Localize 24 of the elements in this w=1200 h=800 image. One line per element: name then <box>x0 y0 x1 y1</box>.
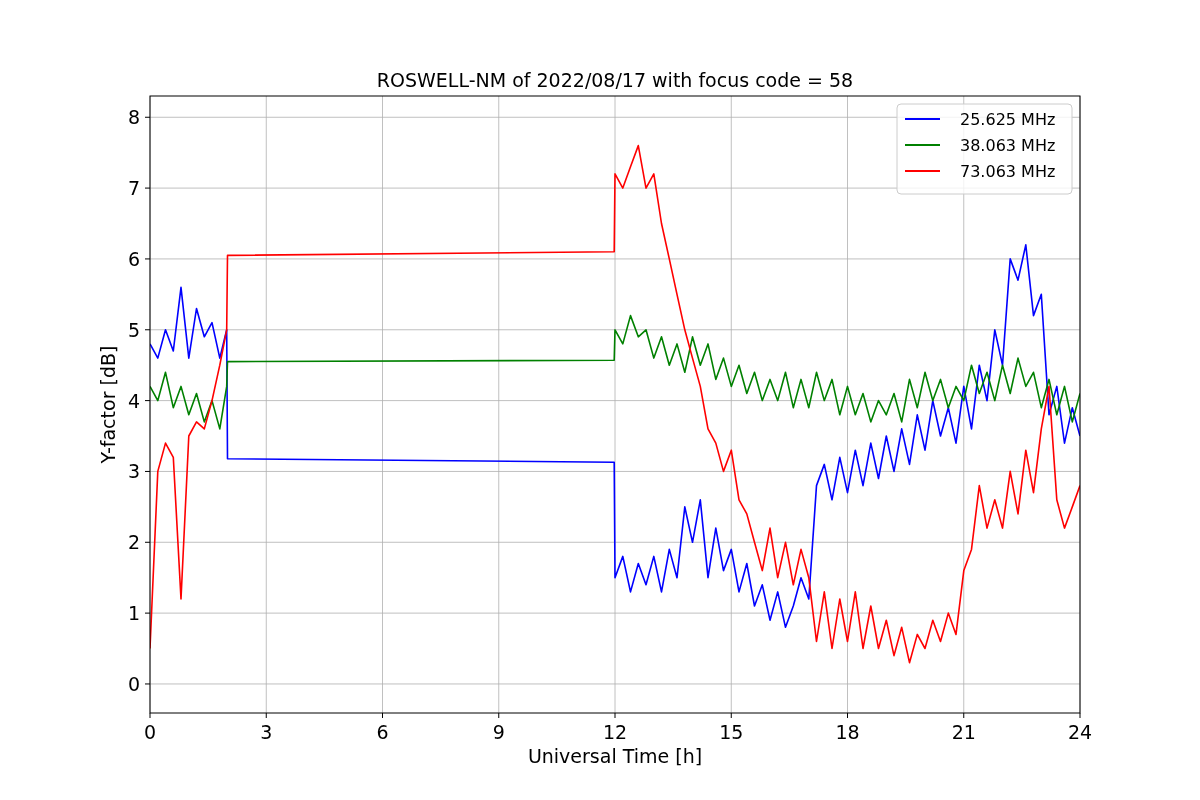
legend-label: 25.625 MHz <box>960 110 1056 129</box>
y-tick-label: 4 <box>127 389 140 412</box>
x-tick-label: 18 <box>835 721 860 743</box>
legend-label: 38.063 MHz <box>960 136 1056 155</box>
y-tick-label: 0 <box>127 672 140 695</box>
y-tick-label: 8 <box>127 106 140 129</box>
y-tick-label: 3 <box>127 460 140 483</box>
x-tick-label: 3 <box>260 721 273 743</box>
y-axis-label: Y-factor [dB] <box>97 345 119 464</box>
y-tick-label: 6 <box>127 247 140 270</box>
x-tick-label: 15 <box>719 721 744 743</box>
y-tick-label: 2 <box>127 531 140 554</box>
y-tick-label: 1 <box>127 602 140 625</box>
x-tick-label: 12 <box>602 721 628 743</box>
x-tick-label: 21 <box>951 721 976 743</box>
y-tick-label: 5 <box>127 318 140 341</box>
x-tick-label: 6 <box>376 721 389 743</box>
chart-title: ROSWELL-NM of 2022/08/17 with focus code = 58 <box>376 69 854 91</box>
y-tick-label: 7 <box>127 177 140 200</box>
x-tick-label: 0 <box>143 721 157 743</box>
legend-label: 73.063 MHz <box>960 162 1056 181</box>
x-tick-label: 24 <box>1067 721 1093 743</box>
x-axis-label: Universal Time [h] <box>527 745 703 767</box>
x-tick-label: 9 <box>492 721 505 743</box>
